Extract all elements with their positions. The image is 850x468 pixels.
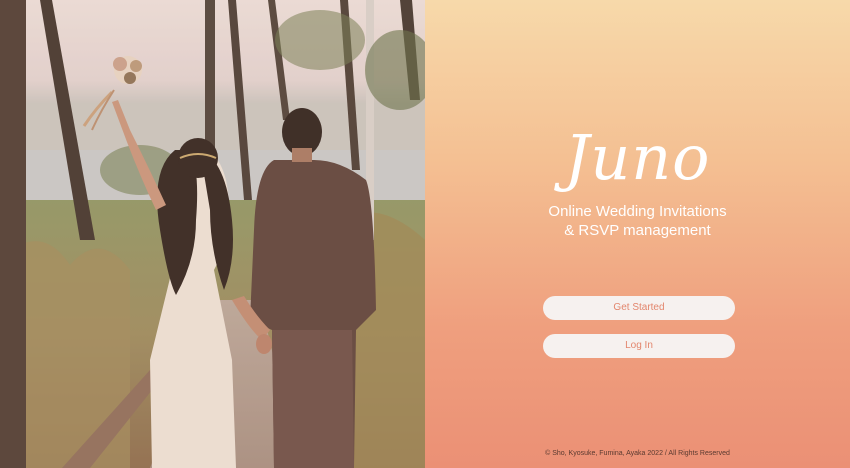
intro-panel: Juno Online Wedding Invitations & RSVP m… (425, 0, 850, 468)
copyright-footer: © Sho, Kyosuke, Fumina, Ayaka 2022 / All… (545, 450, 730, 457)
get-started-button[interactable]: Get Started (543, 296, 735, 320)
tagline: Online Wedding Invitations & RSVP manage… (425, 202, 850, 240)
log-in-button[interactable]: Log In (543, 334, 735, 358)
tagline-line-2: & RSVP management (564, 222, 711, 239)
brand-logo: Juno (564, 121, 711, 194)
wedding-couple-photo (0, 0, 425, 468)
hero-photo (0, 0, 425, 468)
landing-page: Juno Online Wedding Invitations & RSVP m… (0, 0, 850, 468)
tagline-line-1: Online Wedding Invitations (548, 203, 727, 220)
